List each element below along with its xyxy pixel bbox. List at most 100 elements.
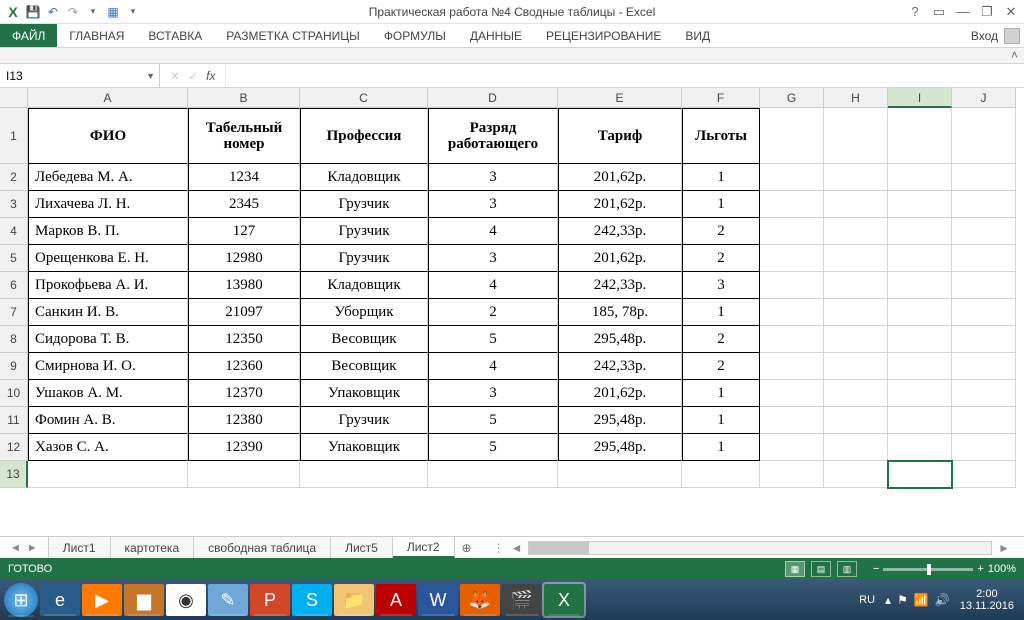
name-box-input[interactable] <box>6 69 153 83</box>
cell-E6[interactable]: 242,33р. <box>558 272 682 299</box>
fx-icon[interactable]: fx <box>206 69 215 83</box>
cell-G9[interactable] <box>760 353 824 380</box>
cell-I3[interactable] <box>888 191 952 218</box>
view-layout-icon[interactable]: ▤ <box>811 561 831 577</box>
cell-G2[interactable] <box>760 164 824 191</box>
cell-D8[interactable]: 5 <box>428 326 558 353</box>
avatar-icon[interactable] <box>1004 28 1020 44</box>
hscroll-left-icon[interactable]: ◄ <box>511 541 523 555</box>
firefox-icon[interactable]: 🦊 <box>460 584 500 616</box>
start-button[interactable]: ⊞ <box>4 583 38 617</box>
cell-A13[interactable] <box>28 461 188 488</box>
cell-D5[interactable]: 3 <box>428 245 558 272</box>
sheet-next-icon[interactable]: ► <box>27 542 38 554</box>
tab-вид[interactable]: ВИД <box>673 24 722 47</box>
row-header-6[interactable]: 6 <box>0 272 28 299</box>
cell-H10[interactable] <box>824 380 888 407</box>
cell-C3[interactable]: Грузчик <box>300 191 428 218</box>
add-sheet-icon[interactable]: ⊕ <box>455 537 479 558</box>
cell-A2[interactable]: Лебедева М. А. <box>28 164 188 191</box>
col-header-D[interactable]: D <box>428 88 558 108</box>
cell-A3[interactable]: Лихачева Л. Н. <box>28 191 188 218</box>
cell-C9[interactable]: Весовщик <box>300 353 428 380</box>
hscroll-sep-icon[interactable]: ⋮ <box>493 541 505 555</box>
cell-D11[interactable]: 5 <box>428 407 558 434</box>
col-header-F[interactable]: F <box>682 88 760 108</box>
cell-J6[interactable] <box>952 272 1016 299</box>
cell-D6[interactable]: 4 <box>428 272 558 299</box>
cell-F3[interactable]: 1 <box>682 191 760 218</box>
cell-H11[interactable] <box>824 407 888 434</box>
cell-D9[interactable]: 4 <box>428 353 558 380</box>
cell-F9[interactable]: 2 <box>682 353 760 380</box>
cell-G4[interactable] <box>760 218 824 245</box>
chrome-icon[interactable]: ◉ <box>166 584 206 616</box>
tab-разметка страницы[interactable]: РАЗМЕТКА СТРАНИЦЫ <box>214 24 372 47</box>
excel-taskbar-icon[interactable]: X <box>544 584 584 616</box>
cell-G5[interactable] <box>760 245 824 272</box>
qat-customize-icon[interactable]: ▾ <box>84 3 102 21</box>
cell-F4[interactable]: 2 <box>682 218 760 245</box>
cell-A4[interactable]: Марков В. П. <box>28 218 188 245</box>
col-header-A[interactable]: A <box>28 88 188 108</box>
cell-I10[interactable] <box>888 380 952 407</box>
tab-рецензирование[interactable]: РЕЦЕНЗИРОВАНИЕ <box>534 24 673 47</box>
cell-J4[interactable] <box>952 218 1016 245</box>
cell-G3[interactable] <box>760 191 824 218</box>
row-header-5[interactable]: 5 <box>0 245 28 272</box>
hscroll-right-icon[interactable]: ► <box>998 541 1010 555</box>
cell-C7[interactable]: Уборщик <box>300 299 428 326</box>
cell-G13[interactable] <box>760 461 824 488</box>
cell-D3[interactable]: 3 <box>428 191 558 218</box>
skype-icon[interactable]: S <box>292 584 332 616</box>
row-header-12[interactable]: 12 <box>0 434 28 461</box>
row-header-8[interactable]: 8 <box>0 326 28 353</box>
qat-extra-icon[interactable]: ▦ <box>104 3 122 21</box>
ie-icon[interactable]: e <box>40 584 80 616</box>
cell-C6[interactable]: Кладовщик <box>300 272 428 299</box>
cell-I2[interactable] <box>888 164 952 191</box>
cell-B4[interactable]: 127 <box>188 218 300 245</box>
cell-J3[interactable] <box>952 191 1016 218</box>
cell-B10[interactable]: 12370 <box>188 380 300 407</box>
tray-lang[interactable]: RU <box>859 594 875 606</box>
cells-area[interactable]: ФИОТабельный номерПрофессияРазряд работа… <box>28 108 1016 488</box>
cell-F1[interactable]: Льготы <box>682 108 760 164</box>
cancel-formula-icon[interactable]: ✕ <box>170 69 180 83</box>
cell-J12[interactable] <box>952 434 1016 461</box>
cell-F12[interactable]: 1 <box>682 434 760 461</box>
row-header-4[interactable]: 4 <box>0 218 28 245</box>
zoom-out-icon[interactable]: − <box>873 563 879 575</box>
cell-H5[interactable] <box>824 245 888 272</box>
cell-J10[interactable] <box>952 380 1016 407</box>
cell-F10[interactable]: 1 <box>682 380 760 407</box>
cell-I1[interactable] <box>888 108 952 164</box>
zoom-thumb[interactable] <box>927 564 931 575</box>
minimize-icon[interactable]: — <box>952 3 974 21</box>
cell-C5[interactable]: Грузчик <box>300 245 428 272</box>
tab-данные[interactable]: ДАННЫЕ <box>458 24 534 47</box>
cell-B5[interactable]: 12980 <box>188 245 300 272</box>
cell-B13[interactable] <box>188 461 300 488</box>
tab-формулы[interactable]: ФОРМУЛЫ <box>372 24 458 47</box>
excel-app-icon[interactable]: X <box>4 3 22 21</box>
cell-A5[interactable]: Орещенкова Е. Н. <box>28 245 188 272</box>
row-header-7[interactable]: 7 <box>0 299 28 326</box>
col-header-E[interactable]: E <box>558 88 682 108</box>
cell-E8[interactable]: 295,48р. <box>558 326 682 353</box>
cell-F2[interactable]: 1 <box>682 164 760 191</box>
cell-C13[interactable] <box>300 461 428 488</box>
cell-E3[interactable]: 201,62р. <box>558 191 682 218</box>
cell-A6[interactable]: Прокофьева А. И. <box>28 272 188 299</box>
cell-H13[interactable] <box>824 461 888 488</box>
hscroll-thumb[interactable] <box>529 542 589 554</box>
row-header-3[interactable]: 3 <box>0 191 28 218</box>
undo-icon[interactable]: ↶ <box>44 3 62 21</box>
cell-I12[interactable] <box>888 434 952 461</box>
sheet-tab-4[interactable]: Лист2 <box>393 537 455 558</box>
cell-I11[interactable] <box>888 407 952 434</box>
cell-G7[interactable] <box>760 299 824 326</box>
name-box-dropdown-icon[interactable]: ▼ <box>146 71 155 81</box>
cell-H8[interactable] <box>824 326 888 353</box>
cell-A1[interactable]: ФИО <box>28 108 188 164</box>
